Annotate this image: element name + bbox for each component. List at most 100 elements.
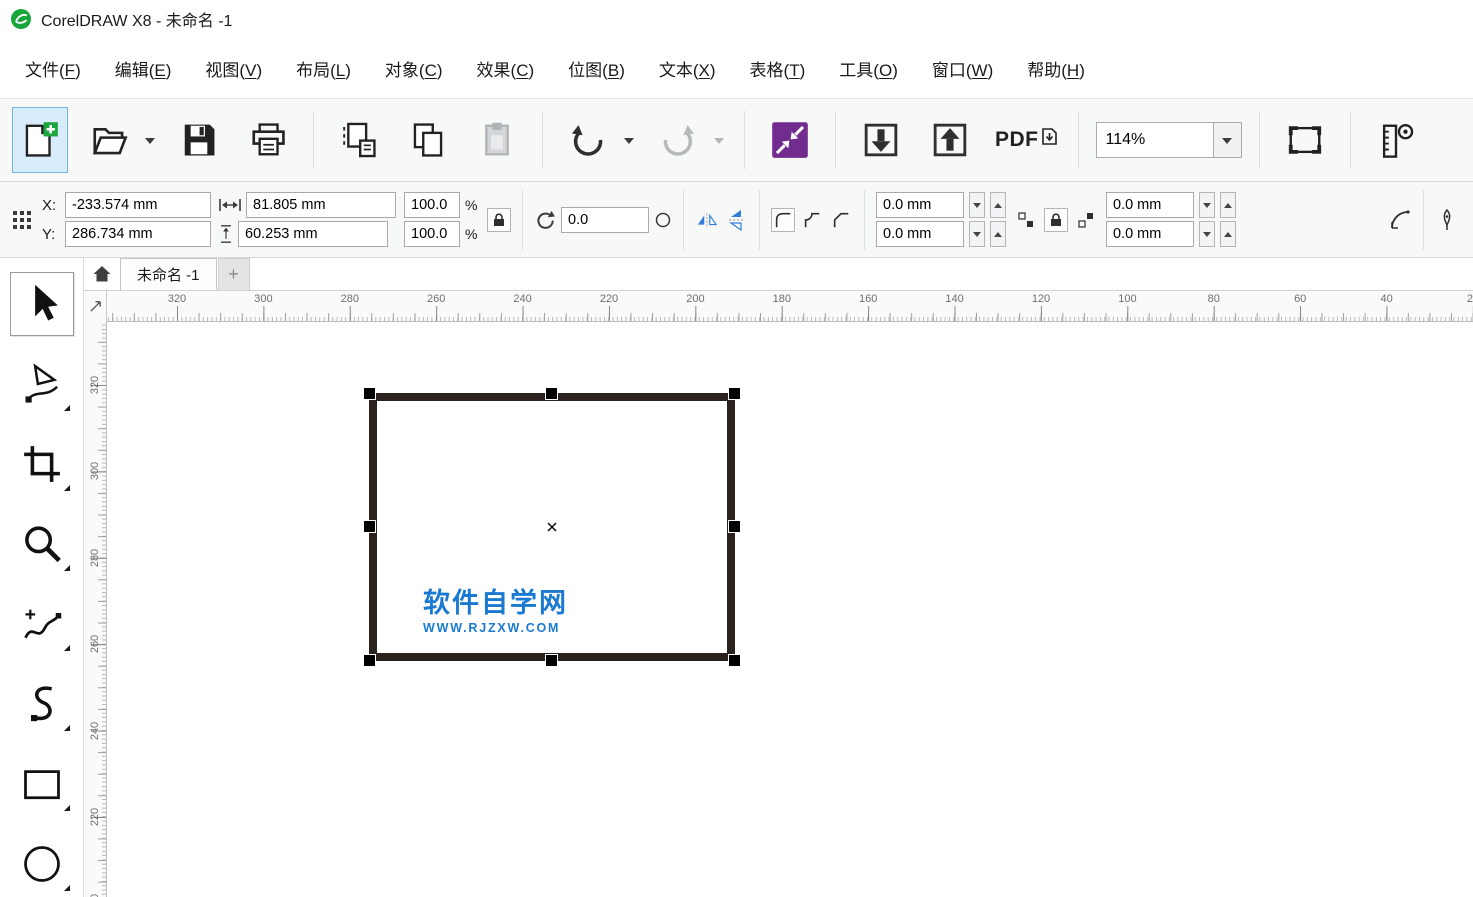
menu-item-help[interactable]: 帮助(H) [1010, 47, 1102, 90]
zoom-level-dropdown-button[interactable] [1214, 122, 1242, 158]
selection-handle-top-right[interactable] [729, 388, 740, 399]
ruler-origin[interactable] [84, 290, 107, 322]
menu-item-layout[interactable]: 布局(L) [279, 47, 368, 90]
freehand-tool[interactable] [0, 584, 83, 664]
y-position-input[interactable] [65, 221, 211, 247]
pick-tool[interactable] [0, 264, 83, 344]
menu-item-window[interactable]: 窗口(W) [915, 47, 1010, 90]
undo-button[interactable] [560, 107, 616, 173]
ellipse-tool[interactable] [0, 824, 83, 897]
zoom-level-combobox [1096, 122, 1242, 158]
corner-bl-dropdown-button[interactable] [969, 221, 985, 247]
new-tab-button[interactable]: + [218, 258, 250, 290]
drawing-canvas[interactable]: 软件自学网 WWW.RJZXW.COM [107, 322, 1473, 897]
menu-item-edit[interactable]: 编辑(E) [98, 47, 189, 90]
shape-tool[interactable] [0, 344, 83, 424]
object-origin-button[interactable] [10, 208, 34, 232]
undo-icon [569, 121, 607, 159]
corner-radius-tl-input[interactable] [876, 192, 964, 218]
print-button[interactable] [240, 107, 296, 173]
artistic-media-tool[interactable] [0, 664, 83, 744]
corner-radius-bl-input[interactable] [876, 221, 964, 247]
redo-dropdown-button[interactable] [711, 107, 727, 173]
object-height-icon [219, 225, 233, 243]
hruler-scale[interactable]: 3203002802602402202001801601401201008060… [107, 290, 1473, 322]
welcome-screen-button[interactable] [762, 107, 818, 173]
menu-item-bitmaps[interactable]: 位图(B) [551, 47, 642, 90]
scale-y-input[interactable] [404, 221, 460, 247]
new-document-icon [21, 121, 59, 159]
round-corner-button[interactable] [771, 208, 795, 232]
corner-br-dropdown-button[interactable] [1199, 221, 1215, 247]
object-height-input[interactable] [238, 221, 388, 247]
selection-handle-top-middle[interactable] [546, 388, 557, 399]
selection-handle-bottom-right[interactable] [729, 655, 740, 666]
outline-pen-button[interactable] [1435, 208, 1459, 232]
rectangle-tool-icon [20, 762, 64, 806]
menu-item-object[interactable]: 对象(C) [368, 47, 460, 90]
corner-radius-tr-input[interactable] [1106, 192, 1194, 218]
menu-item-view[interactable]: 视图(V) [188, 47, 279, 90]
scalloped-corner-button[interactable] [800, 208, 824, 232]
fullscreen-preview-button[interactable] [1277, 107, 1333, 173]
chevron-down-icon [1203, 203, 1211, 212]
corner-tr-spin-button[interactable] [1220, 192, 1236, 218]
cut-button[interactable] [331, 107, 387, 173]
curve-settings-button[interactable] [1388, 208, 1412, 232]
object-center-marker[interactable] [547, 522, 558, 533]
watermark-title: 软件自学网 [423, 589, 568, 619]
relative-corner-button[interactable] [1014, 208, 1038, 232]
menu-item-effects[interactable]: 效果(C) [460, 47, 552, 90]
drawn-rectangle[interactable]: 软件自学网 WWW.RJZXW.COM [369, 393, 735, 661]
selection-handle-middle-right[interactable] [729, 521, 740, 532]
corner-bl-spin-button[interactable] [990, 221, 1006, 247]
undo-dropdown-button[interactable] [621, 107, 637, 173]
menu-item-file[interactable]: 文件(F) [8, 47, 98, 90]
corner-tl-dropdown-button[interactable] [969, 192, 985, 218]
zoom-tool[interactable] [0, 504, 83, 584]
corner-br-spin-button[interactable] [1220, 221, 1236, 247]
show-rulers-button[interactable] [1368, 107, 1424, 173]
chamfered-corner-button[interactable] [829, 208, 853, 232]
mirror-vertical-button[interactable] [724, 208, 748, 232]
open-button[interactable] [81, 107, 137, 173]
paste-button[interactable] [469, 107, 525, 173]
corners-together-button[interactable] [1074, 208, 1098, 232]
menu-item-tools[interactable]: 工具(O) [822, 47, 915, 90]
rotation-angle-input[interactable] [561, 207, 649, 233]
mirror-horizontal-button[interactable] [695, 208, 719, 232]
import-button[interactable] [853, 107, 909, 173]
flyout-indicator [64, 565, 70, 571]
menu-item-text[interactable]: 文本(X) [642, 47, 733, 90]
copy-button[interactable] [400, 107, 456, 173]
publish-pdf-button[interactable]: PDF [991, 126, 1061, 154]
home-button[interactable] [84, 258, 120, 290]
chevron-down-icon [145, 138, 155, 149]
corner-tr-dropdown-button[interactable] [1199, 192, 1215, 218]
flyout-indicator [64, 805, 70, 811]
scale-lock-button[interactable] [487, 208, 511, 232]
chevron-up-icon [994, 199, 1002, 208]
vruler-scale[interactable]: 320300280260240220200 [84, 322, 107, 897]
zoom-level-input[interactable] [1096, 122, 1214, 158]
selection-handle-top-left[interactable] [364, 388, 375, 399]
new-document-button[interactable] [12, 107, 68, 173]
scale-x-input[interactable] [404, 192, 460, 218]
selection-handle-bottom-middle[interactable] [546, 655, 557, 666]
menu-item-table[interactable]: 表格(T) [733, 47, 823, 90]
corner-tl-spin-button[interactable] [990, 192, 1006, 218]
corner-radius-br-input[interactable] [1106, 221, 1194, 247]
export-button[interactable] [922, 107, 978, 173]
save-button[interactable] [171, 107, 227, 173]
document-tab[interactable]: 未命名 -1 [120, 258, 217, 290]
object-width-input[interactable] [246, 192, 396, 218]
open-dropdown-button[interactable] [142, 107, 158, 173]
selection-handle-bottom-left[interactable] [364, 655, 375, 666]
corner-lock-button[interactable] [1044, 208, 1068, 232]
x-position-input[interactable] [65, 192, 211, 218]
selection-handle-middle-left[interactable] [364, 521, 375, 532]
crop-tool[interactable] [0, 424, 83, 504]
redo-button[interactable] [650, 107, 706, 173]
hruler-number: 320 [168, 293, 186, 305]
rectangle-tool[interactable] [0, 744, 83, 824]
